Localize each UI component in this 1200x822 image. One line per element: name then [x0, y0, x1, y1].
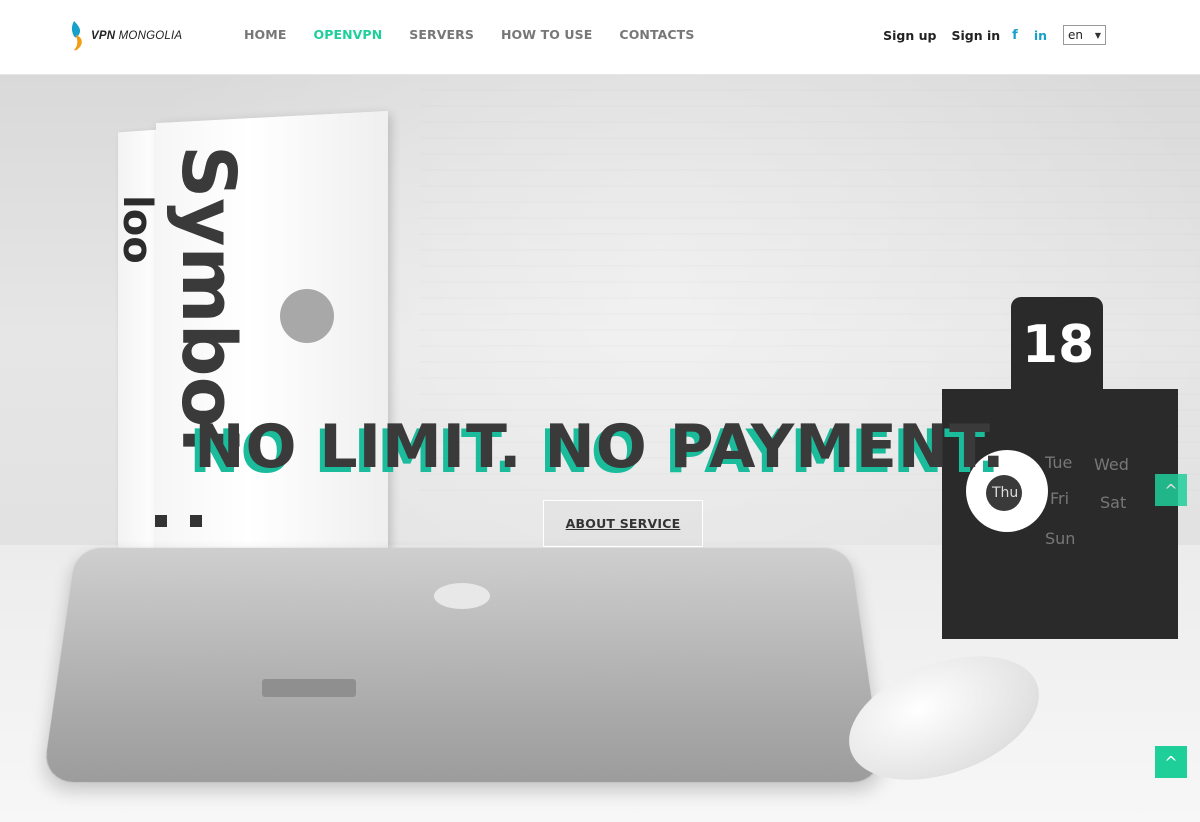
header-actions: Sign up Sign in f in en ▼ — [883, 25, 1106, 45]
book-sticker — [280, 289, 334, 343]
brand-name-bold: VPN — [91, 30, 115, 42]
main-nav: HOME OPENVPN SERVERS HOW TO USE CONTACTS — [244, 27, 721, 42]
scroll-to-top-button[interactable]: ^ — [1155, 746, 1187, 778]
calendar-day: Fri — [1050, 489, 1069, 508]
nav-openvpn[interactable]: OPENVPN — [313, 27, 382, 42]
calendar-number: 18 — [1022, 315, 1094, 375]
book-publisher-mark — [190, 515, 202, 527]
nav-how-to-use[interactable]: HOW TO USE — [501, 27, 592, 42]
nav-contacts[interactable]: CONTACTS — [619, 27, 694, 42]
calendar-day: Thu — [992, 485, 1018, 501]
hero-headline: NO LIMIT. NO PAYMENT. — [0, 412, 1200, 482]
site-header: VPN MONGOLIA HOME OPENVPN SERVERS HOW TO… — [0, 0, 1200, 75]
book-spine-small-text: loo — [120, 195, 160, 355]
sign-up-link[interactable]: Sign up — [883, 28, 936, 43]
nav-servers[interactable]: SERVERS — [409, 27, 474, 42]
book-publisher-mark — [155, 515, 167, 527]
calendar-day: Sun — [1045, 529, 1075, 548]
sign-in-link[interactable]: Sign in — [951, 28, 1000, 43]
caret-down-icon: ▼ — [1095, 31, 1101, 40]
language-value: en — [1068, 28, 1083, 42]
about-service-button[interactable]: ABOUT SERVICE — [543, 500, 703, 547]
laptop-latch — [262, 679, 356, 697]
facebook-icon[interactable]: f — [1012, 28, 1018, 43]
calendar-day: Sat — [1100, 493, 1126, 512]
flame-logo-icon — [70, 21, 86, 51]
language-select[interactable]: en ▼ — [1063, 25, 1106, 45]
hero-section: loo Symbol 18 Tue Wed Thu Fri Sat Sun NO… — [0, 75, 1200, 822]
laptop-logo — [434, 583, 490, 609]
brand-name-rest: MONGOLIA — [115, 30, 182, 42]
linkedin-icon[interactable]: in — [1034, 28, 1047, 43]
nav-home[interactable]: HOME — [244, 27, 286, 42]
brand-name: VPN MONGOLIA — [91, 30, 182, 42]
brand-logo[interactable]: VPN MONGOLIA — [70, 21, 182, 51]
chevron-up-icon[interactable]: ^ — [1155, 474, 1187, 506]
